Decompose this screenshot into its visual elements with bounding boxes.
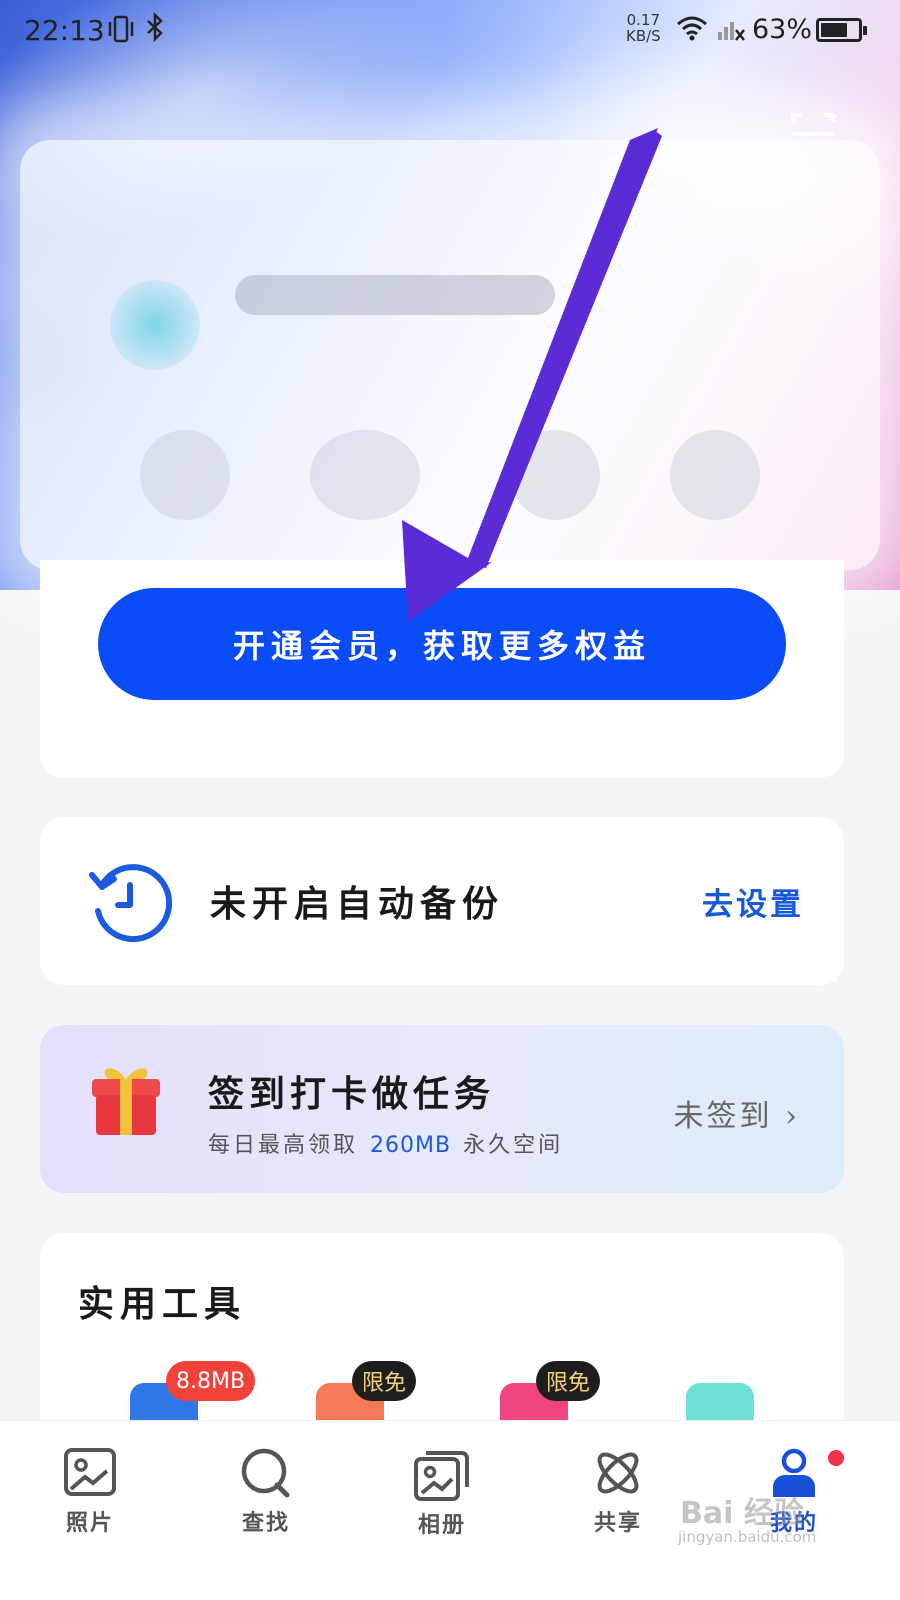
tools-title: 实用工具 <box>78 1283 247 1325</box>
sign-in-sub-prefix: 每日最高领取 <box>208 1133 359 1158</box>
network-speed-unit: KB/S <box>626 27 661 45</box>
watermark-url: jingyan.baidu.com <box>678 1528 817 1546</box>
tool-badge: 限免 <box>352 1361 417 1401</box>
backup-clock-icon <box>86 859 173 945</box>
avatar <box>110 280 200 370</box>
wifi-icon <box>676 14 708 46</box>
blurred-stat <box>670 430 760 520</box>
nav-item-photos[interactable]: 照片 <box>40 1447 140 1537</box>
blurred-stat <box>140 430 230 520</box>
go-settings-link[interactable]: 去设置 <box>702 879 804 924</box>
nav-label: 相册 <box>417 1512 466 1538</box>
blurred-username <box>235 275 555 315</box>
status-time: 22:13 <box>24 14 105 47</box>
share-icon <box>597 1452 639 1494</box>
sign-in-amount: 260MB <box>370 1133 452 1158</box>
vip-card: 开通会员，获取更多权益 <box>40 560 844 778</box>
auto-backup-status: 未开启自动备份 <box>210 883 505 925</box>
chevron-right-icon: › <box>772 1099 800 1134</box>
album-icon <box>414 1451 469 1501</box>
sign-in-sub-suffix: 永久空间 <box>463 1133 564 1158</box>
blurred-stat <box>510 430 600 520</box>
scan-icon[interactable] <box>790 112 836 138</box>
nav-label: 查找 <box>241 1510 290 1536</box>
battery-percent: 63% <box>752 14 813 45</box>
watermark-logo: Bai 经验 <box>680 1496 804 1531</box>
open-vip-button[interactable]: 开通会员，获取更多权益 <box>98 588 786 700</box>
network-speed: 0.17 KB/S <box>626 12 661 44</box>
sign-in-subtitle: 每日最高领取 260MB 永久空间 <box>208 1127 563 1159</box>
tool-badge: 8.8MB <box>166 1361 256 1401</box>
bluetooth-icon <box>145 11 165 49</box>
nav-label: 照片 <box>65 1510 114 1536</box>
tool-badge: 限免 <box>536 1361 601 1401</box>
nav-item-albums[interactable]: 相册 <box>392 1447 492 1539</box>
network-speed-value: 0.17 <box>626 11 661 29</box>
search-icon <box>241 1448 290 1498</box>
notification-dot <box>828 1450 844 1466</box>
nav-item-search[interactable]: 查找 <box>216 1447 316 1537</box>
photo-icon <box>64 1448 116 1496</box>
status-bar: 22:13 0.17 KB/S 63% <box>0 0 900 62</box>
auto-backup-card[interactable]: 未开启自动备份 去设置 <box>40 817 844 985</box>
battery-icon <box>816 18 867 42</box>
nav-label: 共享 <box>593 1510 642 1536</box>
blurred-stat <box>310 430 420 520</box>
nav-item-share[interactable]: 共享 <box>568 1447 668 1537</box>
vibrate-icon <box>108 14 134 51</box>
sign-in-status-label: 未签到 <box>673 1099 773 1134</box>
sign-in-card[interactable]: 签到打卡做任务 每日最高领取 260MB 永久空间 未签到 › <box>40 1025 844 1193</box>
signal-icon <box>716 16 746 46</box>
sign-in-status[interactable]: 未签到 › <box>673 1091 800 1135</box>
gift-icon <box>88 1059 164 1139</box>
sign-in-title: 签到打卡做任务 <box>208 1073 496 1115</box>
